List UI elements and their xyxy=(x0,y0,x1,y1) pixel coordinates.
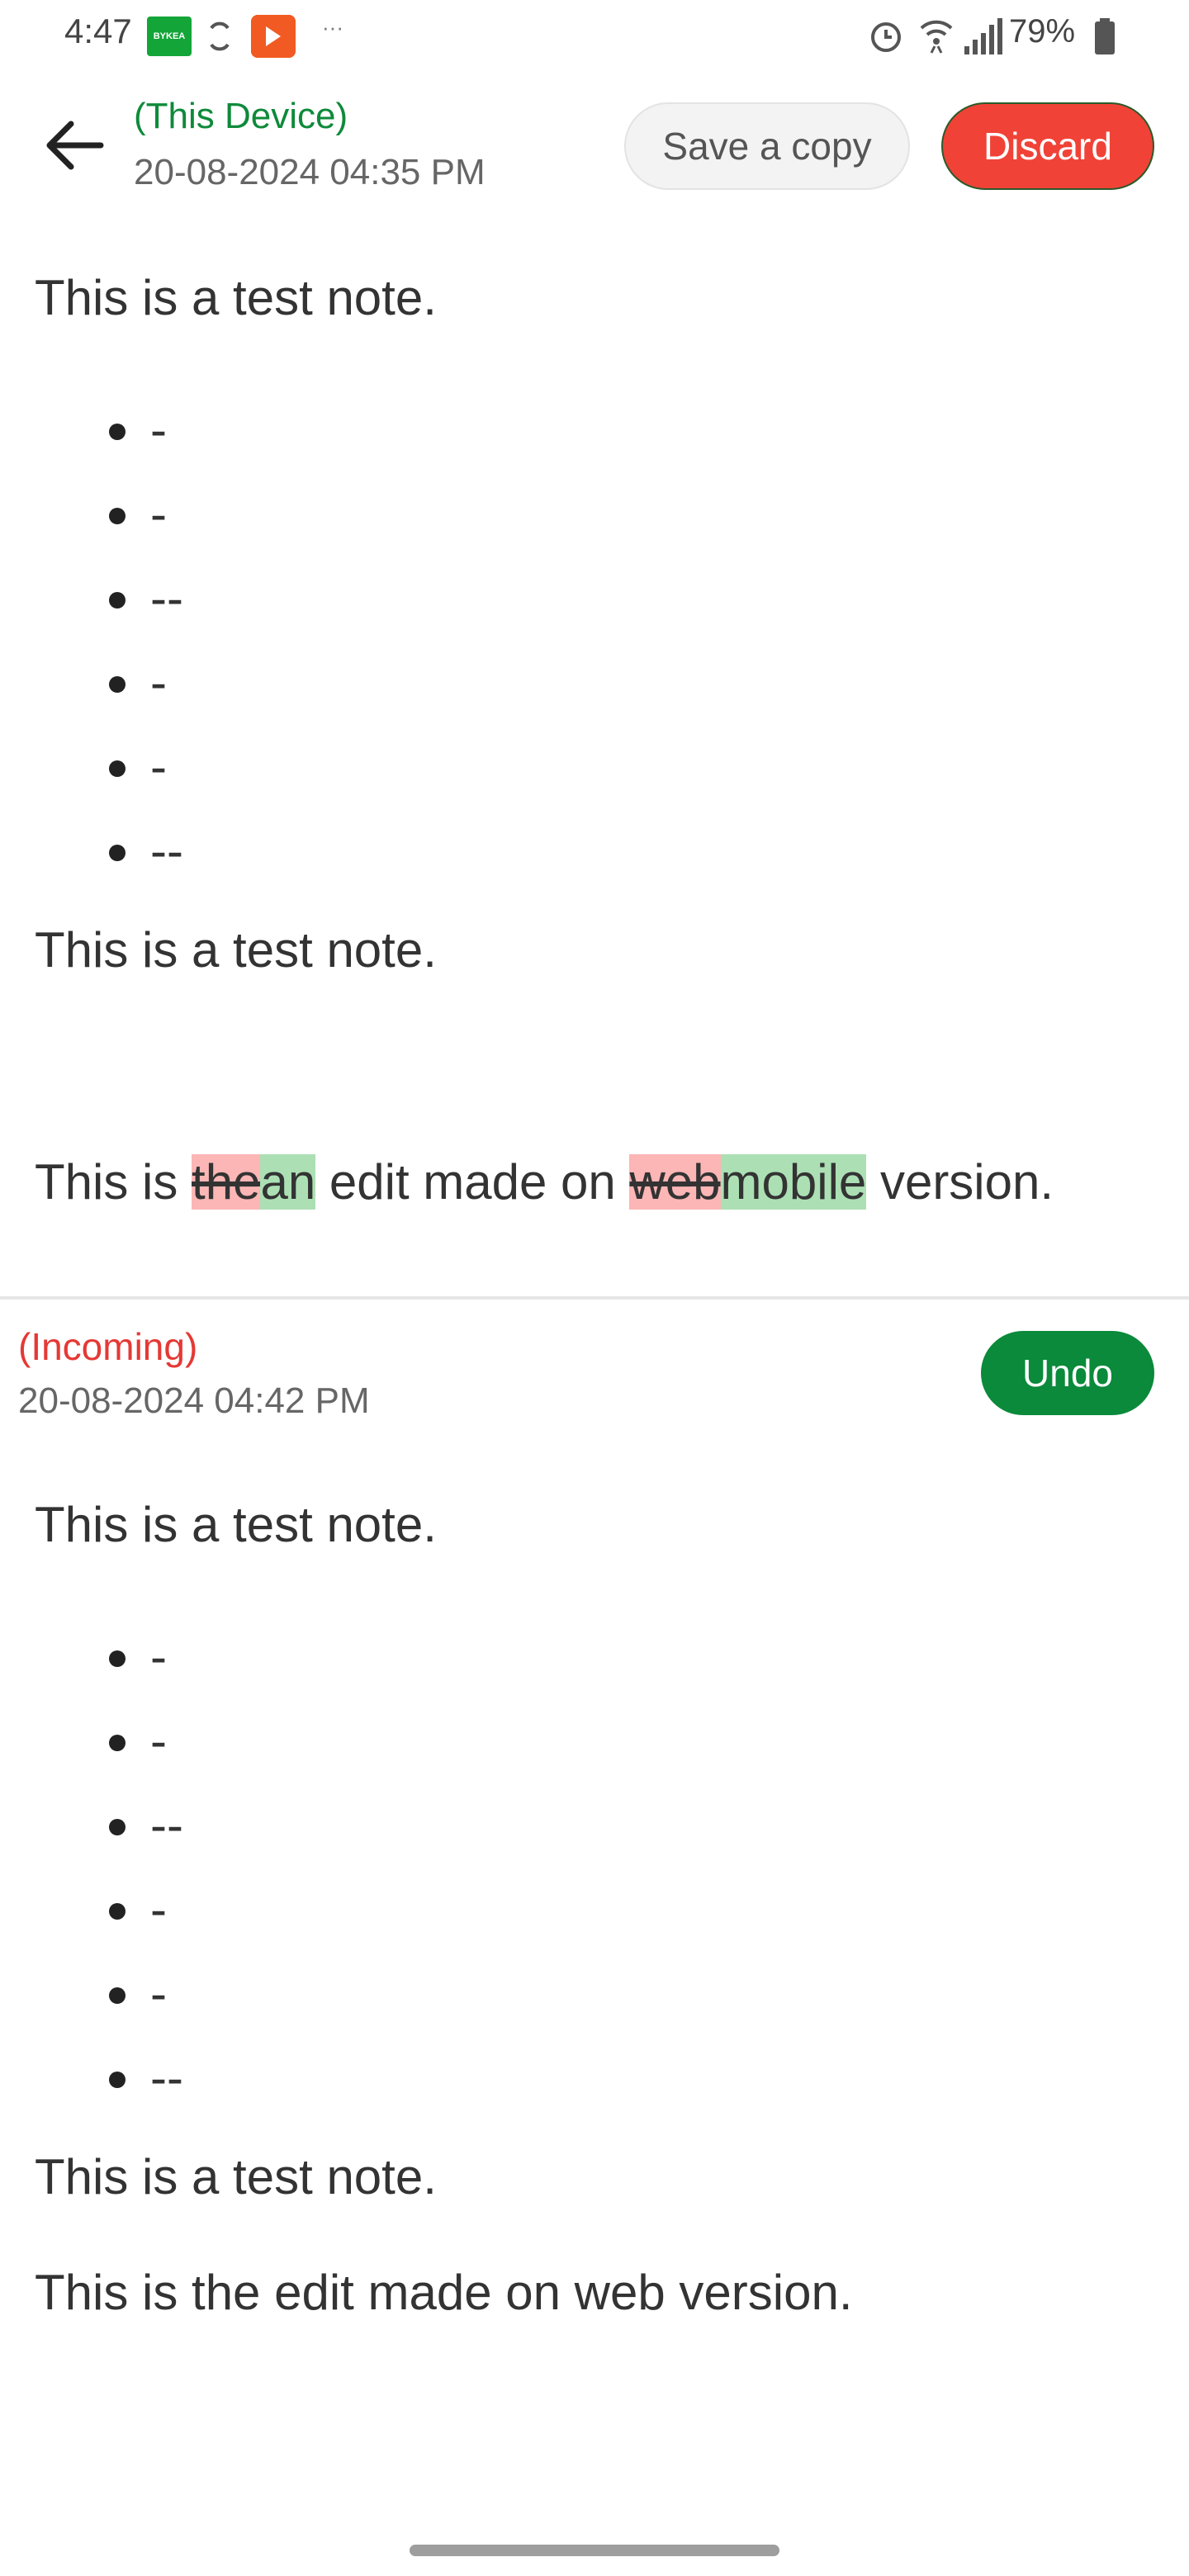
list-item: -- xyxy=(35,1783,183,1868)
bykea-app-icon: BYKEA xyxy=(147,17,192,56)
list-item: - xyxy=(35,641,183,725)
more-notifications-icon: ··· xyxy=(322,15,343,40)
note-bullet-list: - - -- - - -- xyxy=(35,388,183,893)
list-item: -- xyxy=(35,2036,183,2120)
diff-inserted-text: an xyxy=(260,1154,316,1210)
note-paragraph: This is a test note. xyxy=(35,1497,437,1552)
battery-icon xyxy=(1095,18,1115,54)
save-copy-button[interactable]: Save a copy xyxy=(624,102,910,190)
diff-text: edit made on xyxy=(315,1154,630,1210)
note-paragraph: This is the edit made on web version. xyxy=(35,2265,853,2320)
this-device-date: 20-08-2024 04:35 PM xyxy=(134,152,486,192)
list-item: -- xyxy=(35,809,183,893)
signal-icon xyxy=(964,18,1002,54)
status-bar: 4:47 BYKEA ··· 79% xyxy=(0,0,1189,74)
diff-deleted-text: web xyxy=(629,1154,721,1210)
incoming-title: (Incoming) xyxy=(18,1325,198,1368)
undo-button[interactable]: Undo xyxy=(981,1331,1154,1415)
note-paragraph: This is a test note. xyxy=(35,2149,437,2204)
diff-text: This is xyxy=(35,1154,192,1210)
list-item: - xyxy=(35,1868,183,1952)
diff-text: version. xyxy=(866,1154,1054,1210)
section-divider xyxy=(0,1296,1189,1300)
wifi-icon xyxy=(920,20,953,54)
back-button[interactable] xyxy=(36,112,111,178)
list-item: - xyxy=(35,472,183,556)
home-indicator[interactable] xyxy=(410,2545,779,2556)
note-bullet-list: - - -- - - -- xyxy=(35,1615,183,2120)
arrow-back-icon xyxy=(46,121,104,170)
list-item: - xyxy=(35,1615,183,1699)
alarm-icon xyxy=(871,22,901,52)
list-item: - xyxy=(35,725,183,809)
diff-edit-line: This is thean edit made on webmobile ver… xyxy=(35,1148,1054,1217)
list-item: - xyxy=(35,1952,183,2036)
diff-inserted-text: mobile xyxy=(720,1154,867,1210)
note-paragraph: This is a test note. xyxy=(35,922,437,978)
sync-icon xyxy=(210,21,230,51)
battery-percentage: 79% xyxy=(1009,13,1076,50)
list-item: - xyxy=(35,1699,183,1783)
discard-button[interactable]: Discard xyxy=(941,102,1154,190)
note-paragraph: This is a test note. xyxy=(35,270,437,325)
list-item: -- xyxy=(35,556,183,641)
notification-app-icon xyxy=(251,15,296,58)
list-item: - xyxy=(35,388,183,472)
this-device-title: (This Device) xyxy=(134,96,348,136)
diff-deleted-text: the xyxy=(192,1154,261,1210)
status-time: 4:47 xyxy=(64,12,132,50)
incoming-date: 20-08-2024 04:42 PM xyxy=(18,1380,370,1421)
